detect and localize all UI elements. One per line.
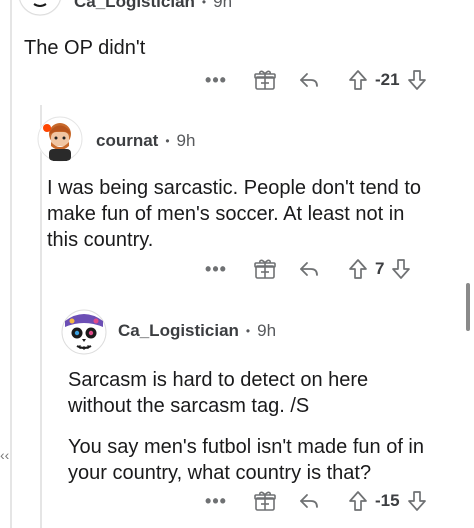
avatar-cournat[interactable] — [37, 116, 83, 162]
separator-dot: • — [165, 134, 170, 148]
comment-1-line-1: The OP didn't — [24, 37, 146, 59]
score: 7 — [375, 259, 385, 278]
award-icon[interactable] — [254, 490, 276, 512]
downvote-icon[interactable] — [407, 69, 427, 91]
comment-3-line-3: You say men's futbol isn't made fun of i… — [68, 436, 424, 458]
comment-2-meta: cournat • 9h — [96, 131, 195, 151]
award-icon[interactable] — [254, 69, 276, 91]
downvote-icon[interactable] — [391, 258, 411, 280]
timestamp: 9h — [213, 0, 233, 11]
timestamp: 9h — [176, 131, 196, 150]
comment-3-line-4: your country, what country is that? — [68, 462, 372, 484]
score: -15 — [375, 491, 400, 510]
comment-2-line-1: I was being sarcastic. People don't tend… — [47, 177, 422, 199]
reply-icon[interactable] — [298, 69, 320, 91]
upvote-icon[interactable] — [348, 490, 368, 512]
comment-3-body: Sarcasm is hard to detect on here withou… — [68, 367, 368, 419]
downvote-icon[interactable] — [407, 490, 427, 512]
more-icon[interactable]: ••• — [202, 491, 230, 512]
score: -21 — [375, 70, 400, 89]
separator-dot: • — [245, 324, 251, 338]
separator-dot: • — [201, 0, 207, 9]
award-icon[interactable] — [254, 258, 276, 280]
comment-2-line-2: make fun of men's soccer. At least not i… — [47, 203, 405, 225]
comment-2-body: I was being sarcastic. People don't tend… — [47, 175, 421, 253]
upvote-icon[interactable] — [348, 258, 368, 280]
comment-3-line-2: without the sarcasm tag. /S — [68, 395, 310, 417]
username[interactable]: Ca_Logistician — [74, 0, 195, 12]
reply-icon[interactable] — [298, 490, 320, 512]
collapse-thread-icon[interactable]: ‹‹ — [0, 447, 9, 463]
comment-1-body: The OP didn't — [24, 35, 145, 61]
comment-1-actions: ••• -21 — [202, 67, 427, 93]
thread-line-level-1[interactable] — [10, 0, 12, 528]
comment-3-meta: Ca_Logistician • 9h — [118, 321, 276, 341]
comment-2-actions: ••• 7 — [202, 256, 411, 282]
comment-3-body-paragraph-2: You say men's futbol isn't made fun of i… — [68, 434, 424, 486]
username[interactable]: Ca_Logistician — [118, 321, 239, 341]
timestamp: 9h — [257, 321, 277, 340]
comment-2-line-3: this country. — [47, 229, 154, 251]
upvote-icon[interactable] — [348, 69, 368, 91]
comment-3-line-1: Sarcasm is hard to detect on here — [68, 369, 369, 391]
thread-line-level-2[interactable] — [40, 105, 42, 528]
username[interactable]: cournat — [96, 131, 158, 151]
avatar-ca-logistician-top[interactable] — [18, 0, 62, 16]
reply-icon[interactable] — [298, 258, 320, 280]
comment-3-actions: ••• -15 — [202, 488, 427, 514]
comment-1-meta: Ca_Logistician • 9h — [74, 0, 232, 12]
more-icon[interactable]: ••• — [202, 259, 230, 280]
more-icon[interactable]: ••• — [202, 70, 230, 91]
scrollbar[interactable] — [466, 283, 470, 331]
avatar-ca-logistician[interactable] — [61, 309, 107, 355]
